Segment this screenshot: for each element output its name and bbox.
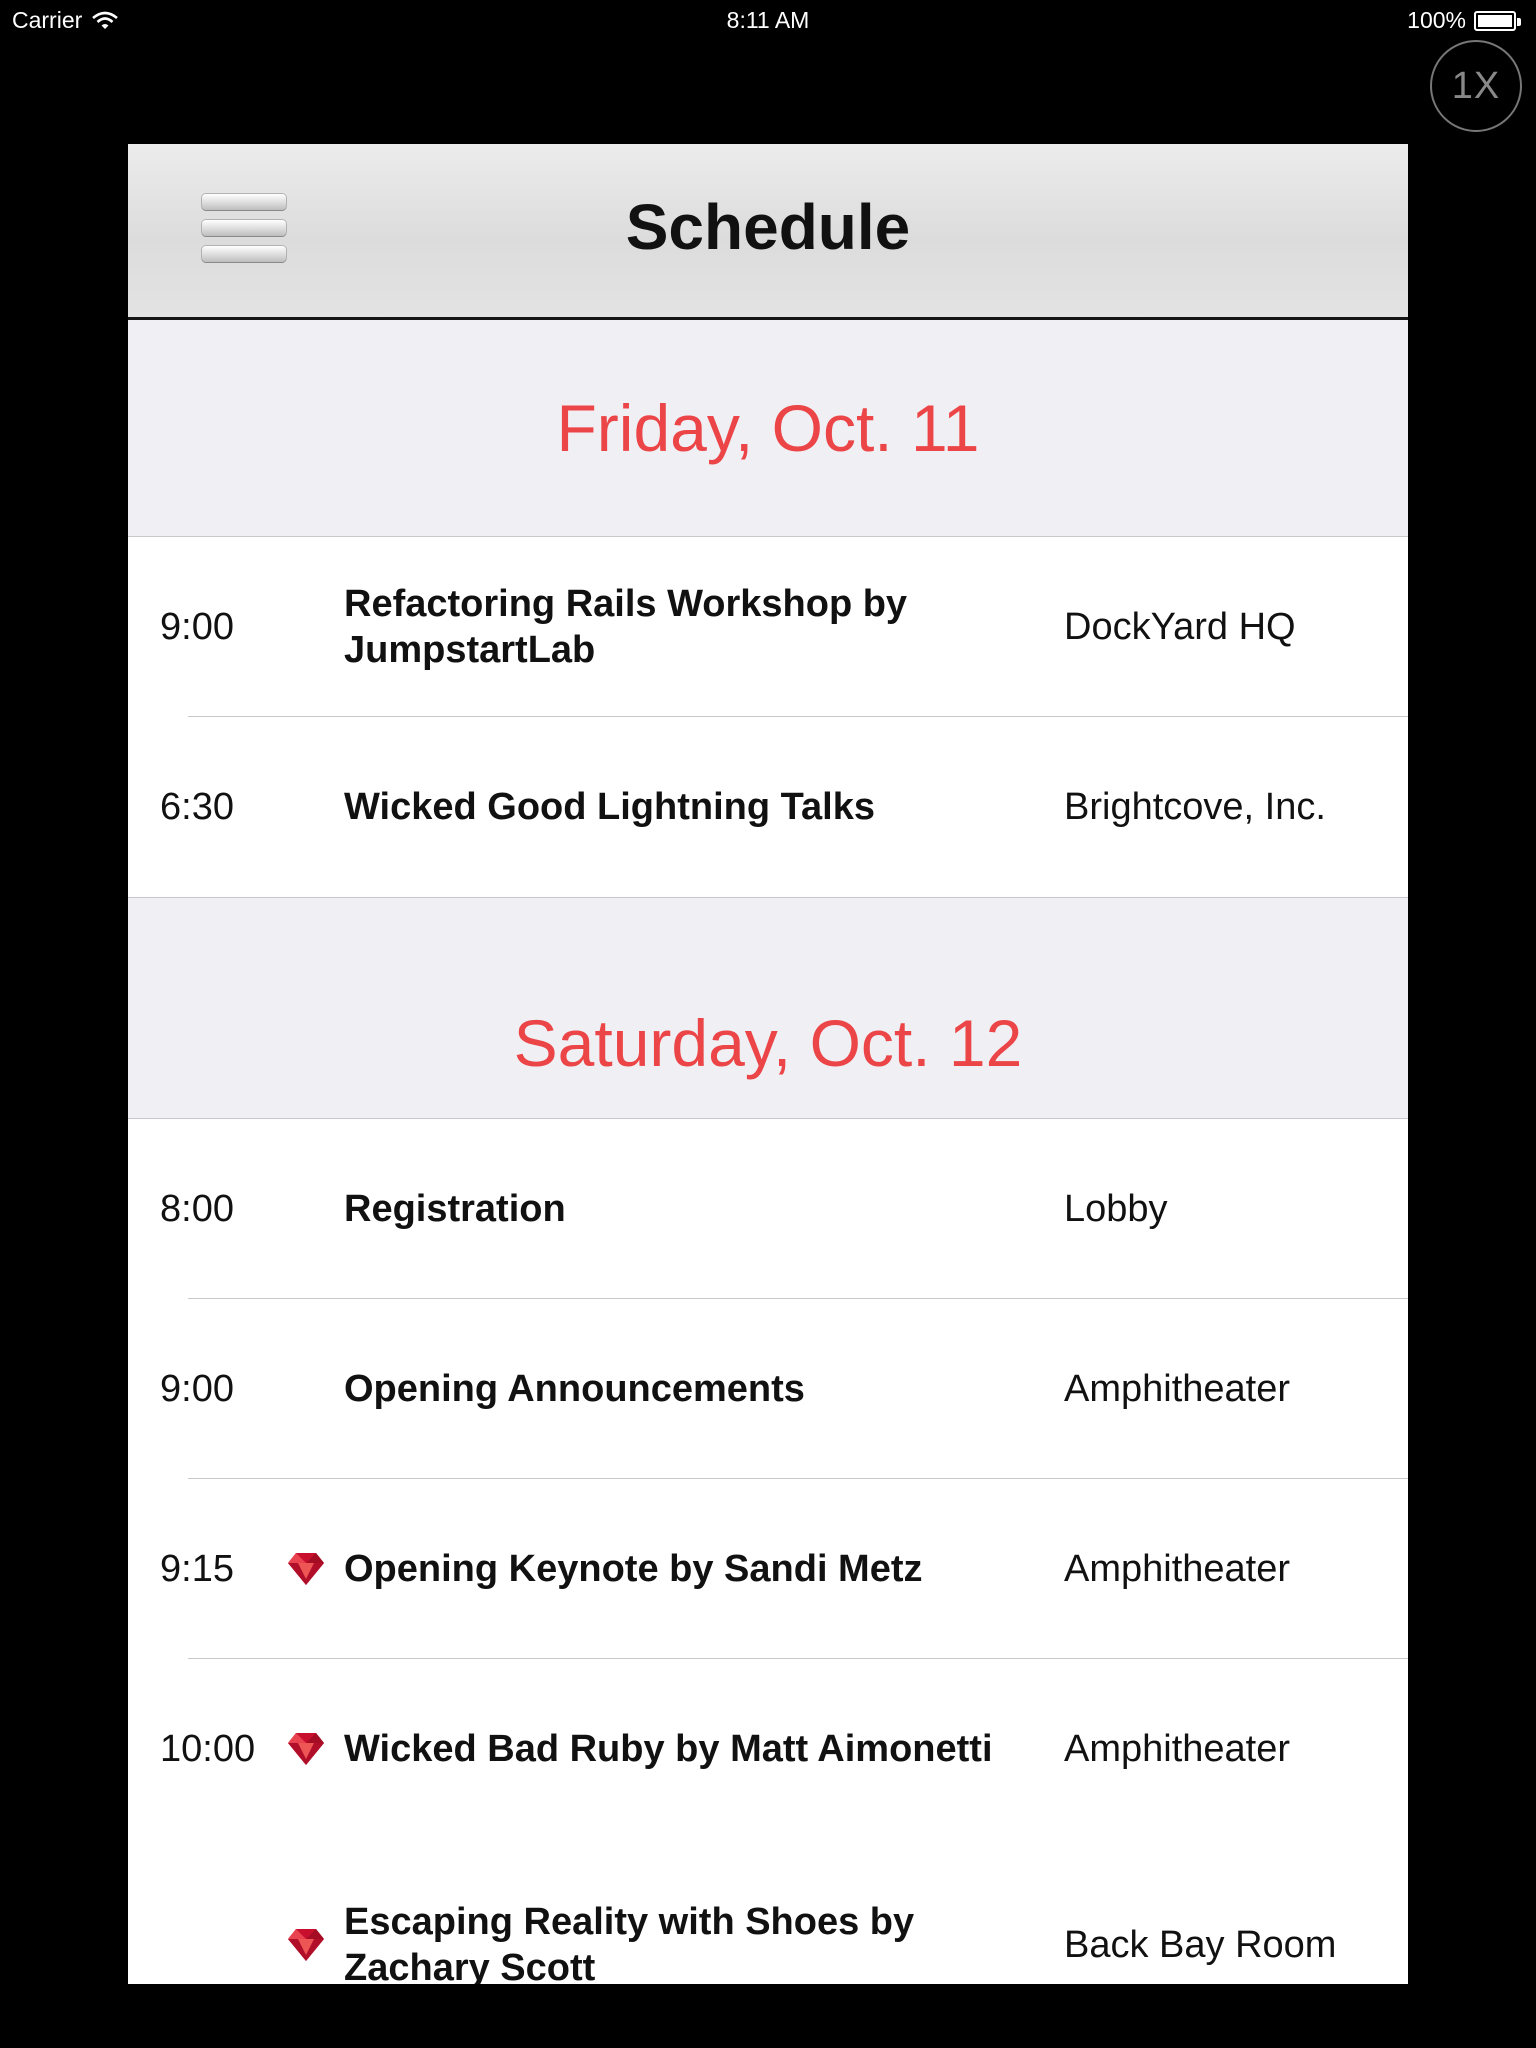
session-title: Opening Keynote by Sandi Metz xyxy=(344,1548,923,1590)
battery-percent: 100% xyxy=(1407,7,1466,33)
session-time: 8:00 xyxy=(160,1187,234,1230)
ruby-icon xyxy=(286,1855,326,1984)
schedule-row[interactable]: Escaping Reality with Shoes by Zachary S… xyxy=(128,1855,1408,1984)
session-time: 6:30 xyxy=(160,785,234,828)
status-bar: Carrier 8:11 AM 100% xyxy=(0,0,1536,42)
status-time: 8:11 AM xyxy=(726,7,810,33)
ruby-icon xyxy=(286,1479,326,1659)
session-time: 9:15 xyxy=(160,1547,234,1590)
session-room: DockYard HQ xyxy=(1064,606,1296,648)
session-title: Opening Announcements xyxy=(344,1368,805,1410)
page-title: Schedule xyxy=(625,191,911,263)
schedule-row[interactable]: 9:15 Opening Keynote by Sandi Metz Amphi… xyxy=(128,1479,1408,1659)
session-room: Amphitheater xyxy=(1064,1728,1291,1770)
session-time: 10:00 xyxy=(160,1727,256,1770)
session-time: 9:00 xyxy=(160,1367,234,1410)
ruby-icon xyxy=(286,1659,326,1839)
schedule-row[interactable]: 8:00 Registration Lobby xyxy=(128,1119,1408,1299)
session-title: Wicked Good Lightning Talks xyxy=(344,786,875,828)
session-room: Amphitheater xyxy=(1064,1548,1291,1590)
session-title: Escaping Reality with Shoes by Zachary S… xyxy=(344,1901,915,1984)
schedule-row[interactable]: 10:00 Wicked Bad Ruby by Matt Aimonetti … xyxy=(128,1659,1408,1855)
section-header-saturday: Saturday, Oct. 12 xyxy=(128,897,1408,1119)
session-room: Brightcove, Inc. xyxy=(1064,786,1326,828)
battery-icon xyxy=(1474,10,1521,31)
session-time: 9:00 xyxy=(160,605,234,648)
zoom-1x-button[interactable]: 1X xyxy=(1430,40,1522,132)
session-title: Wicked Bad Ruby by Matt Aimonetti xyxy=(344,1728,993,1770)
session-room: Amphitheater xyxy=(1064,1368,1291,1410)
schedule-row[interactable]: 9:00 Refactoring Rails Workshop by Jumps… xyxy=(128,537,1408,717)
navigation-bar: Schedule xyxy=(128,144,1408,320)
schedule-row[interactable]: 6:30 Wicked Good Lightning Talks Brightc… xyxy=(128,717,1408,897)
session-room: Lobby xyxy=(1064,1188,1168,1230)
session-title: Registration xyxy=(344,1188,566,1230)
session-title: Refactoring Rails Workshop by JumpstartL… xyxy=(344,583,908,671)
session-room: Back Bay Room xyxy=(1064,1924,1337,1966)
schedule-row[interactable]: 9:00 Opening Announcements Amphitheater xyxy=(128,1299,1408,1479)
section-header-friday: Friday, Oct. 11 xyxy=(128,320,1408,537)
app-window: Schedule Friday, Oct. 11 9:00 Refactorin… xyxy=(128,144,1408,1984)
